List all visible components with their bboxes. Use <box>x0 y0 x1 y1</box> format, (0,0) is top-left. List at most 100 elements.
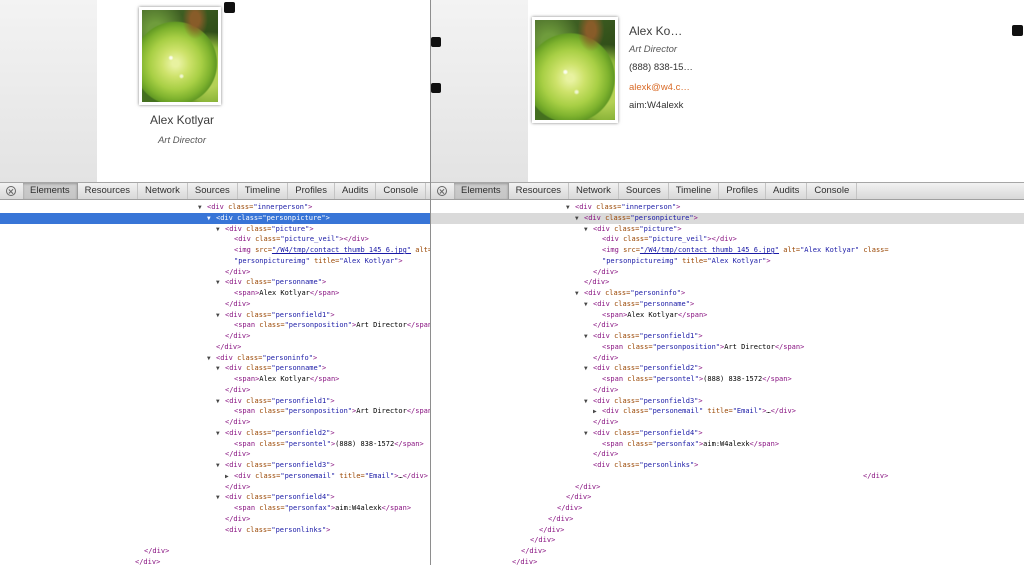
devtools-close-button[interactable] <box>2 183 20 199</box>
devtools-tree-row[interactable]: ▼<div class="personfield3"> <box>0 460 430 471</box>
devtools-tree-row[interactable]: ▼<div class="personfield1"> <box>0 396 430 407</box>
expanded-arrow-icon[interactable]: ▼ <box>216 311 225 321</box>
devtools-tree-row[interactable]: ▼<div class="innerperson"> <box>431 202 1024 213</box>
devtools-tree-row[interactable]: ▼<div class="personpicture"> <box>0 213 430 224</box>
devtools-tree-row[interactable]: <div class="picture_veil"></div> <box>0 234 430 245</box>
tab-resources[interactable]: Resources <box>509 183 569 199</box>
expanded-arrow-icon[interactable]: ▼ <box>584 300 593 310</box>
devtools-tree-row[interactable]: </div> <box>0 342 430 353</box>
devtools-tree-row[interactable]: <span class="personfax">aim:W4alexk</spa… <box>431 439 1024 450</box>
expanded-arrow-icon[interactable]: ▼ <box>584 429 593 439</box>
devtools-tree-row[interactable]: </div> <box>431 514 1024 525</box>
devtools-tree-row[interactable]: </div> <box>431 471 1024 482</box>
devtools-tree-row[interactable]: "personpictureimg" title="Alex Kotlyar"> <box>431 256 1024 267</box>
devtools-tree-row[interactable]: ▼<div class="personfield2"> <box>431 363 1024 374</box>
expanded-arrow-icon[interactable]: ▼ <box>216 461 225 471</box>
devtools-tree-row[interactable]: ▼<div class="personfield4"> <box>0 492 430 503</box>
tab-elements[interactable]: Elements <box>454 183 509 199</box>
devtools-tree-row[interactable]: ▼<div class="picture"> <box>0 224 430 235</box>
devtools-tree-row[interactable]: ▶<div class="personemail" title="Email">… <box>431 406 1024 417</box>
expanded-arrow-icon[interactable]: ▼ <box>216 493 225 503</box>
devtools-tree-row[interactable]: </div> <box>431 503 1024 514</box>
devtools-tree-row[interactable]: <div class="personlinks"> <box>431 460 1024 471</box>
contact-email-link[interactable]: alexk@w4.c… <box>629 82 690 93</box>
devtools-close-button[interactable] <box>433 183 451 199</box>
devtools-tree-row[interactable]: <img src="/W4/tmp/contact_thumb_145_6.jp… <box>0 245 430 256</box>
collapsed-arrow-icon[interactable]: ▶ <box>225 472 234 482</box>
devtools-tree-row[interactable]: </div> <box>0 514 430 525</box>
expanded-arrow-icon[interactable]: ▼ <box>216 278 225 288</box>
tab-console[interactable]: Console <box>807 183 857 199</box>
devtools-tree-row[interactable]: <span class="personposition">Art Directo… <box>0 320 430 331</box>
devtools-tree-row[interactable]: </div> <box>431 449 1024 460</box>
devtools-tree-row[interactable]: </div> <box>431 535 1024 546</box>
devtools-tree-row[interactable]: </div> <box>431 267 1024 278</box>
devtools-tree-row[interactable]: <span class="personfax">aim:W4alexk</spa… <box>0 503 430 514</box>
devtools-tree-row[interactable]: </div> <box>0 417 430 428</box>
devtools-tree-row[interactable]: </div> <box>0 385 430 396</box>
devtools-tree-row[interactable]: <div class="personlinks"> <box>0 525 430 536</box>
expanded-arrow-icon[interactable]: ▼ <box>207 354 216 364</box>
devtools-tree-row[interactable]: "personpictureimg" title="Alex Kotlyar"> <box>0 256 430 267</box>
devtools-tree-row[interactable]: </div> <box>0 267 430 278</box>
expanded-arrow-icon[interactable]: ▼ <box>207 214 216 224</box>
devtools-tree-row[interactable]: <span class="personposition">Art Directo… <box>431 342 1024 353</box>
devtools-tree-row[interactable]: </div> <box>431 482 1024 493</box>
devtools-tree-row[interactable]: </div> <box>0 482 430 493</box>
devtools-tree-row[interactable]: </div> <box>0 299 430 310</box>
expanded-arrow-icon[interactable]: ▼ <box>584 364 593 374</box>
devtools-tree-row[interactable]: ▶<div class="personemail" title="Email">… <box>0 471 430 482</box>
devtools-tree-row[interactable]: <span>Alex Kotlyar</span> <box>431 310 1024 321</box>
devtools-tree-row[interactable]: <span class="persontel">(888) 838-1572</… <box>431 374 1024 385</box>
tab-profiles[interactable]: Profiles <box>719 183 766 199</box>
tab-sources[interactable]: Sources <box>188 183 238 199</box>
devtools-tree-row[interactable] <box>0 535 430 546</box>
devtools-tree-row[interactable]: <span class="persontel">(888) 838-1572</… <box>0 439 430 450</box>
collapsed-arrow-icon[interactable]: ▶ <box>593 407 602 417</box>
expanded-arrow-icon[interactable]: ▼ <box>198 203 207 213</box>
devtools-tree-row[interactable]: </div> <box>431 320 1024 331</box>
tab-sources[interactable]: Sources <box>619 183 669 199</box>
expanded-arrow-icon[interactable]: ▼ <box>216 225 225 235</box>
devtools-tree-row[interactable]: ▼<div class="picture"> <box>431 224 1024 235</box>
devtools-tree-row[interactable]: ▼<div class="personfield1"> <box>431 331 1024 342</box>
devtools-tree-row[interactable]: <span class="personposition">Art Directo… <box>0 406 430 417</box>
devtools-tree-row[interactable]: ▼<div class="personname"> <box>0 363 430 374</box>
tab-console[interactable]: Console <box>376 183 426 199</box>
devtools-tree-row[interactable]: </div> <box>431 417 1024 428</box>
expanded-arrow-icon[interactable]: ▼ <box>216 429 225 439</box>
devtools-tree-row[interactable]: </div> <box>0 331 430 342</box>
tab-audits[interactable]: Audits <box>766 183 807 199</box>
devtools-tree-row[interactable]: </div> <box>0 546 430 557</box>
devtools-tree-row[interactable]: ▼<div class="personinfo"> <box>431 288 1024 299</box>
tab-audits[interactable]: Audits <box>335 183 376 199</box>
devtools-elements-tree[interactable]: ▼<div class="innerperson">▼<div class="p… <box>0 200 430 565</box>
devtools-tree-row[interactable]: ▼<div class="personname"> <box>431 299 1024 310</box>
devtools-tree-row[interactable]: </div> <box>431 277 1024 288</box>
devtools-tree-row[interactable]: </div> <box>431 385 1024 396</box>
expanded-arrow-icon[interactable]: ▼ <box>566 203 575 213</box>
devtools-tree-row[interactable]: <img src="/W4/tmp/contact_thumb_145_6.jp… <box>431 245 1024 256</box>
devtools-tree-row[interactable]: ▼<div class="personfield3"> <box>431 396 1024 407</box>
tab-elements[interactable]: Elements <box>23 183 78 199</box>
tab-profiles[interactable]: Profiles <box>288 183 335 199</box>
tab-timeline[interactable]: Timeline <box>238 183 289 199</box>
devtools-tree-row[interactable]: </div> <box>431 525 1024 536</box>
tab-network[interactable]: Network <box>569 183 619 199</box>
devtools-tree-row[interactable]: </div> <box>431 546 1024 557</box>
devtools-tree-row[interactable]: <span>Alex Kotlyar</span> <box>0 288 430 299</box>
tab-resources[interactable]: Resources <box>78 183 138 199</box>
expanded-arrow-icon[interactable]: ▼ <box>216 364 225 374</box>
expanded-arrow-icon[interactable]: ▼ <box>584 225 593 235</box>
expanded-arrow-icon[interactable]: ▼ <box>584 397 593 407</box>
devtools-elements-tree[interactable]: ▼<div class="innerperson">▼<div class="p… <box>431 200 1024 565</box>
devtools-tree-row[interactable]: ▼<div class="personfield4"> <box>431 428 1024 439</box>
devtools-tree-row[interactable]: </div> <box>431 353 1024 364</box>
devtools-tree-row[interactable]: ▼<div class="innerperson"> <box>0 202 430 213</box>
devtools-tree-row[interactable]: </div> <box>431 492 1024 503</box>
expanded-arrow-icon[interactable]: ▼ <box>216 397 225 407</box>
devtools-tree-row[interactable]: </div> <box>0 557 430 565</box>
devtools-tree-row[interactable]: ▼<div class="personfield1"> <box>0 310 430 321</box>
expanded-arrow-icon[interactable]: ▼ <box>575 214 584 224</box>
tab-network[interactable]: Network <box>138 183 188 199</box>
